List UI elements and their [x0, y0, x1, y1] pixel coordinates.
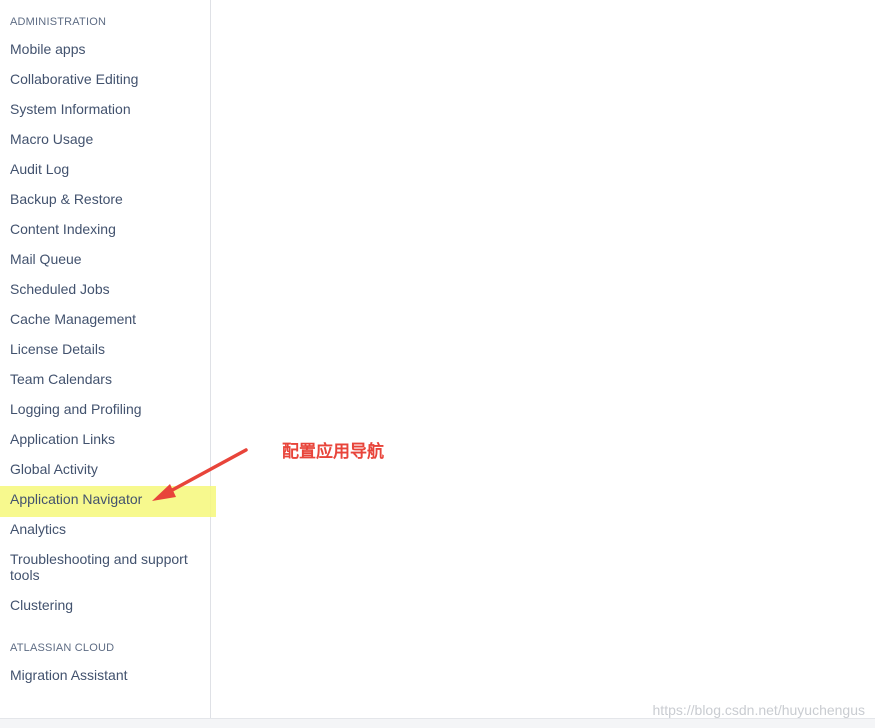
admin-sidebar: ADMINISTRATION Mobile apps Collaborative… [0, 0, 216, 718]
sidebar-item-application-links[interactable]: Application Links [10, 431, 200, 447]
section-title-atlassian-cloud: ATLASSIAN CLOUD [10, 642, 115, 654]
section-title-administration: ADMINISTRATION [10, 16, 107, 28]
sidebar-item-application-navigator[interactable]: Application Navigator [10, 491, 200, 507]
annotation-label: 配置应用导航 [282, 442, 384, 462]
sidebar-item-license-details[interactable]: License Details [10, 341, 200, 357]
sidebar-item-cache-management[interactable]: Cache Management [10, 311, 200, 327]
watermark: https://blog.csdn.net/huyuchengus [652, 702, 865, 718]
sidebar-item-clustering[interactable]: Clustering [10, 597, 200, 613]
sidebar-item-mail-queue[interactable]: Mail Queue [10, 251, 200, 267]
sidebar-item-troubleshooting[interactable]: Troubleshooting and support tools [10, 551, 195, 583]
sidebar-item-team-calendars[interactable]: Team Calendars [10, 371, 200, 387]
sidebar-item-analytics[interactable]: Analytics [10, 521, 200, 537]
sidebar-item-backup-restore[interactable]: Backup & Restore [10, 191, 200, 207]
sidebar-item-scheduled-jobs[interactable]: Scheduled Jobs [10, 281, 200, 297]
sidebar-item-content-indexing[interactable]: Content Indexing [10, 221, 200, 237]
sidebar-item-global-activity[interactable]: Global Activity [10, 461, 200, 477]
sidebar-item-macro-usage[interactable]: Macro Usage [10, 131, 200, 147]
sidebar-item-system-information[interactable]: System Information [10, 101, 200, 117]
sidebar-item-audit-log[interactable]: Audit Log [10, 161, 200, 177]
sidebar-item-mobile-apps[interactable]: Mobile apps [10, 41, 200, 57]
sidebar-item-collaborative-editing[interactable]: Collaborative Editing [10, 71, 200, 87]
sidebar-item-migration-assistant[interactable]: Migration Assistant [10, 667, 200, 683]
sidebar-item-logging-profiling[interactable]: Logging and Profiling [10, 401, 200, 417]
